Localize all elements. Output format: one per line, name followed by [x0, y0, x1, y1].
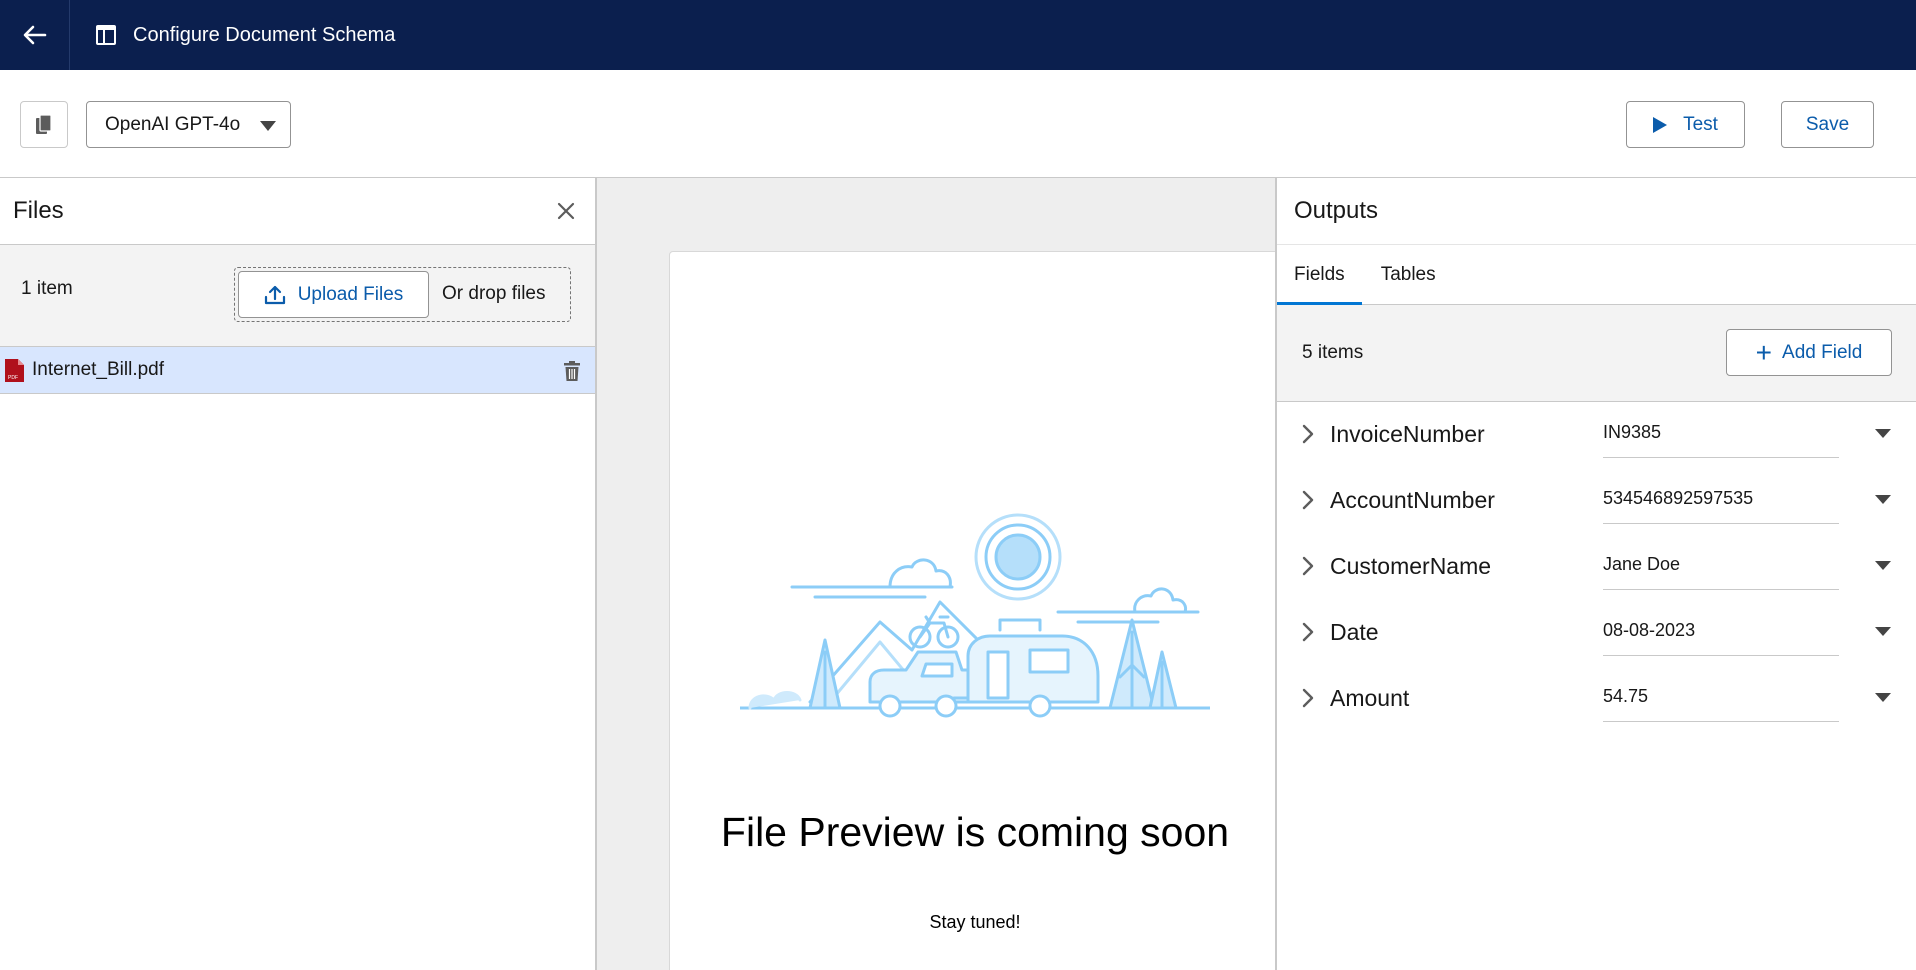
preview-area: File Preview is coming soon Stay tuned!: [597, 178, 1289, 970]
copy-button[interactable]: [20, 101, 68, 148]
model-select[interactable]: OpenAI GPT-4o: [86, 101, 291, 148]
files-panel: Files 1 item Upload Files Or drop files …: [0, 178, 597, 970]
add-field-button[interactable]: + Add Field: [1726, 329, 1892, 376]
file-name: Internet_Bill.pdf: [32, 359, 165, 380]
chevron-down-icon[interactable]: [1875, 429, 1891, 438]
close-icon[interactable]: [555, 200, 577, 222]
page-title: Configure Document Schema: [133, 23, 396, 46]
files-panel-header: Files: [0, 178, 595, 245]
chevron-right-icon[interactable]: [1300, 488, 1316, 512]
chevron-right-icon[interactable]: [1300, 554, 1316, 578]
files-panel-title: Files: [13, 197, 64, 224]
test-button[interactable]: Test: [1626, 101, 1745, 148]
save-button[interactable]: Save: [1781, 101, 1874, 148]
chevron-down-icon[interactable]: [1875, 495, 1891, 504]
upload-files-button[interactable]: Upload Files: [238, 271, 429, 318]
field-value-input[interactable]: 08-08-2023: [1603, 618, 1839, 656]
test-button-label: Test: [1683, 113, 1718, 135]
preview-card: File Preview is coming soon Stay tuned!: [669, 251, 1289, 970]
trash-icon[interactable]: [562, 360, 582, 382]
preview-subtitle: Stay tuned!: [929, 912, 1021, 932]
arrow-left-icon: [23, 25, 46, 45]
camping-illustration: [740, 513, 1210, 718]
layout-icon: [95, 24, 117, 46]
back-button[interactable]: [0, 0, 70, 70]
toolbar: OpenAI GPT-4o Test Save: [0, 70, 1916, 178]
field-value-input[interactable]: 54.75: [1603, 684, 1839, 722]
files-count: 1 item: [21, 278, 73, 299]
field-value-input[interactable]: Jane Doe: [1603, 552, 1839, 590]
file-list-item[interactable]: PDF Internet_Bill.pdf: [0, 347, 595, 394]
fields-toolbar: 5 items + Add Field: [1277, 305, 1916, 402]
field-value-input[interactable]: IN9385: [1603, 420, 1839, 458]
field-row-amount: Amount 54.75: [1277, 668, 1916, 734]
outputs-tabs: Fields Tables: [1277, 245, 1916, 305]
field-row-accountnumber: AccountNumber 534546892597535: [1277, 470, 1916, 536]
svg-text:PDF: PDF: [8, 375, 18, 381]
upload-icon: [264, 285, 285, 304]
field-name: CustomerName: [1330, 553, 1492, 579]
field-row-date: Date 08-08-2023: [1277, 602, 1916, 668]
chevron-down-icon[interactable]: [1875, 561, 1891, 570]
preview-title: File Preview is coming soon: [720, 809, 1230, 855]
field-name: Amount: [1330, 685, 1410, 711]
field-name: AccountNumber: [1330, 487, 1495, 513]
drop-files-text: Or drop files: [442, 283, 546, 304]
chevron-right-icon[interactable]: [1300, 422, 1316, 446]
files-toolbar: 1 item Upload Files Or drop files: [0, 245, 595, 347]
file-drop-zone[interactable]: Upload Files Or drop files: [234, 267, 571, 322]
upload-files-label: Upload Files: [297, 283, 404, 305]
play-icon: [1653, 116, 1668, 133]
tab-fields[interactable]: Fields: [1277, 264, 1362, 305]
add-field-label: Add Field: [1782, 341, 1863, 363]
field-name: InvoiceNumber: [1330, 421, 1485, 447]
chevron-right-icon[interactable]: [1300, 620, 1316, 644]
chevron-right-icon[interactable]: [1300, 686, 1316, 710]
outputs-panel-title: Outputs: [1277, 178, 1916, 245]
model-select-value: OpenAI GPT-4o: [105, 113, 241, 135]
outputs-panel: Outputs Fields Tables 5 items + Add Fiel…: [1275, 178, 1916, 970]
tab-tables[interactable]: Tables: [1381, 264, 1436, 304]
chevron-down-icon[interactable]: [1875, 627, 1891, 636]
chevron-down-icon: [260, 121, 276, 131]
chevron-down-icon[interactable]: [1875, 693, 1891, 702]
plus-icon: +: [1755, 336, 1773, 368]
top-header: Configure Document Schema: [0, 0, 1916, 70]
field-row-invoicenumber: InvoiceNumber IN9385: [1277, 404, 1916, 470]
pdf-icon: PDF: [5, 358, 24, 382]
copy-icon: [36, 113, 52, 134]
field-value-input[interactable]: 534546892597535: [1603, 486, 1839, 524]
field-name: Date: [1330, 619, 1379, 645]
fields-count: 5 items: [1302, 342, 1364, 363]
field-row-customername: CustomerName Jane Doe: [1277, 536, 1916, 602]
